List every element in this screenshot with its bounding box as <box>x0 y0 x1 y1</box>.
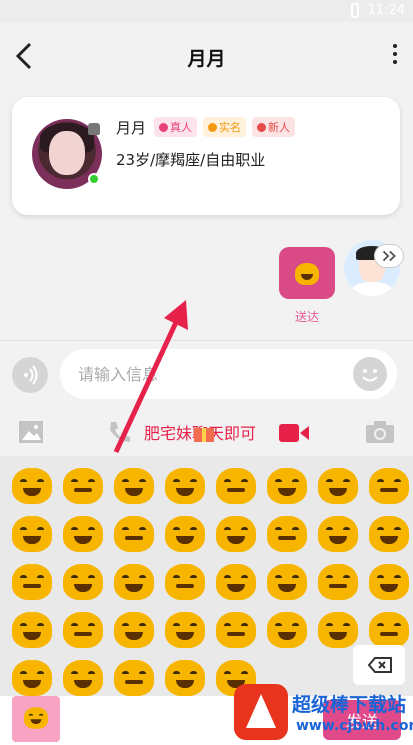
emoji-face-icon[interactable] <box>368 516 409 552</box>
battery-icon <box>351 3 359 18</box>
grin-emoji-icon <box>24 707 48 729</box>
watermark-logo <box>234 684 288 740</box>
message-status: 送达 <box>294 310 319 324</box>
emoji-face-icon[interactable] <box>368 468 409 504</box>
emoji-grid <box>6 466 413 706</box>
emoji-face-icon[interactable] <box>62 660 103 696</box>
emoji-face-icon[interactable] <box>266 612 307 648</box>
emoji-face-icon[interactable] <box>266 516 307 552</box>
emoji-face-icon[interactable] <box>62 612 103 648</box>
emoji-face-icon[interactable] <box>317 516 358 552</box>
emoji-face-icon[interactable] <box>113 564 154 600</box>
tag-real-person: 真人 <box>154 117 197 137</box>
tools-row: 肥宅妹聊天即可 <box>0 408 413 456</box>
emoji-face-icon[interactable] <box>113 468 154 504</box>
emoji-face-icon[interactable] <box>317 564 358 600</box>
tag-list: 真人 实名 新人 <box>154 117 295 137</box>
emoji-face-icon[interactable] <box>62 516 103 552</box>
emoji-icon[interactable] <box>353 357 387 391</box>
message-bubble[interactable] <box>279 247 335 299</box>
emoji-panel <box>0 456 413 696</box>
header: 月月 <box>0 22 413 92</box>
emoji-face-icon[interactable] <box>215 612 256 648</box>
emoji-face-icon[interactable] <box>164 612 205 648</box>
android-icon <box>88 123 100 135</box>
emoji-face-icon[interactable] <box>164 660 205 696</box>
grin-emoji-icon <box>295 263 319 285</box>
watermark-url: www.cjbwh.com <box>296 718 413 734</box>
emoji-face-icon[interactable] <box>164 516 205 552</box>
emoji-face-icon[interactable] <box>266 564 307 600</box>
emoji-face-icon[interactable] <box>113 660 154 696</box>
contact-info: 23岁/摩羯座/自由职业 <box>116 151 266 169</box>
emoji-face-icon[interactable] <box>164 564 205 600</box>
emoji-face-icon[interactable] <box>266 468 307 504</box>
emoji-face-icon[interactable] <box>215 468 256 504</box>
tag-verified: 实名 <box>203 117 246 137</box>
contact-name: 月月 <box>116 119 147 137</box>
page-title: 月月 <box>187 48 226 70</box>
message-input[interactable] <box>60 349 397 399</box>
emoji-face-icon[interactable] <box>317 612 358 648</box>
emoji-face-icon[interactable] <box>11 564 52 600</box>
emoji-face-icon[interactable] <box>62 564 103 600</box>
emoji-face-icon[interactable] <box>113 612 154 648</box>
gift-icon[interactable] <box>193 422 215 442</box>
emoji-tab-default[interactable] <box>12 696 60 742</box>
tag-new-user: 新人 <box>252 117 295 137</box>
emoji-face-icon[interactable] <box>164 468 205 504</box>
profile-card[interactable]: 月月 真人 实名 新人 23岁/摩羯座/自由职业 <box>12 97 400 215</box>
watermark: 超级棒下载站 www.cjbwh.com <box>234 684 413 742</box>
emoji-face-icon[interactable] <box>368 564 409 600</box>
emoji-face-icon[interactable] <box>11 660 52 696</box>
emoji-face-icon[interactable] <box>317 468 358 504</box>
emoji-face-icon[interactable] <box>11 612 52 648</box>
status-time: 11:24 <box>367 3 405 18</box>
fast-forward-icon[interactable] <box>374 244 404 268</box>
watermark-name: 超级棒下载站 <box>292 694 407 716</box>
video-call-icon[interactable] <box>278 422 310 444</box>
emoji-face-icon[interactable] <box>368 612 409 648</box>
emoji-face-icon[interactable] <box>62 468 103 504</box>
online-status-dot <box>88 173 100 185</box>
backspace-icon[interactable] <box>353 645 405 685</box>
status-bar: 11:24 <box>0 0 413 22</box>
emoji-face-icon[interactable] <box>113 516 154 552</box>
emoji-face-icon[interactable] <box>215 516 256 552</box>
phone-icon[interactable] <box>106 420 132 444</box>
emoji-face-icon[interactable] <box>215 564 256 600</box>
voice-icon[interactable] <box>12 357 48 393</box>
more-options-icon[interactable] <box>391 44 399 68</box>
emoji-face-icon[interactable] <box>11 516 52 552</box>
image-icon[interactable] <box>18 420 44 444</box>
input-row <box>0 340 413 408</box>
camera-icon[interactable] <box>365 420 395 444</box>
emoji-face-icon[interactable] <box>11 468 52 504</box>
